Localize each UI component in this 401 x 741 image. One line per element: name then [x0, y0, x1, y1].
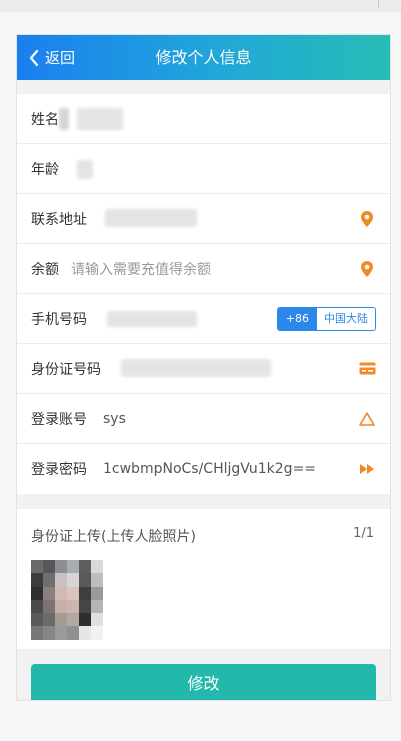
browser-top-strip: [0, 0, 401, 12]
profile-form: 姓名 年龄 联系地址 余额 请输入需要充值得余额 手机号码 +86 中国大陆 身…: [17, 94, 390, 494]
name-value-redacted-2: [77, 108, 123, 130]
balance-label: 余额: [31, 261, 59, 278]
submit-button[interactable]: 修改: [31, 664, 376, 700]
form-row-phone[interactable]: 手机号码 +86 中国大陆: [17, 294, 390, 344]
account-label: 登录账号: [31, 411, 87, 428]
phone-label: 手机号码: [31, 311, 87, 328]
form-row-name[interactable]: 姓名: [17, 94, 390, 144]
form-row-balance[interactable]: 余额 请输入需要充值得余额: [17, 244, 390, 294]
id-number-value-redacted: [121, 359, 271, 377]
fast-forward-icon[interactable]: [358, 460, 376, 478]
form-row-password[interactable]: 登录密码 1cwbmpNoCs/CHljgVu1k2g==: [17, 444, 390, 494]
country-code-select[interactable]: +86 中国大陆: [276, 307, 376, 331]
form-row-id-number[interactable]: 身份证号码: [17, 344, 390, 394]
password-value[interactable]: 1cwbmpNoCs/CHljgVu1k2g==: [103, 461, 316, 477]
id-upload-section: 身份证上传(上传人脸照片) 1/1: [17, 509, 390, 649]
balance-input[interactable]: 请输入需要充值得余额: [71, 259, 211, 279]
country-region: 中国大陆: [317, 308, 375, 330]
address-value-redacted: [105, 209, 197, 227]
uploaded-photo-thumbnail[interactable]: [31, 560, 103, 640]
location-pin-icon[interactable]: [358, 210, 376, 228]
id-card-icon[interactable]: [358, 360, 376, 378]
form-row-age[interactable]: 年龄: [17, 144, 390, 194]
submit-area: 修改: [17, 649, 390, 700]
age-value-redacted: [77, 160, 93, 179]
id-number-label: 身份证号码: [31, 361, 101, 378]
back-button[interactable]: 返回: [29, 35, 75, 80]
phone-value-redacted: [107, 311, 197, 327]
edit-profile-card: 返回 修改个人信息 姓名 年龄 联系地址 余额 请输入需要充值得余额 手机号码 …: [16, 34, 391, 701]
location-pin-icon[interactable]: [358, 260, 376, 278]
account-value[interactable]: sys: [103, 411, 126, 427]
upload-count: 1/1: [353, 526, 374, 541]
form-row-address[interactable]: 联系地址: [17, 194, 390, 244]
nav-bar: 返回 修改个人信息: [17, 35, 390, 80]
address-label: 联系地址: [31, 211, 87, 228]
password-label: 登录密码: [31, 462, 87, 478]
age-label: 年龄: [31, 161, 59, 178]
chevron-left-icon: [29, 49, 39, 66]
name-value-redacted: [59, 108, 69, 130]
page-background: [0, 701, 401, 741]
country-code: +86: [277, 308, 317, 330]
form-row-account[interactable]: 登录账号 sys: [17, 394, 390, 444]
name-label: 姓名: [31, 111, 59, 128]
warning-triangle-icon[interactable]: [358, 410, 376, 428]
upload-label: 身份证上传(上传人脸照片): [31, 529, 196, 545]
back-label: 返回: [45, 49, 76, 67]
